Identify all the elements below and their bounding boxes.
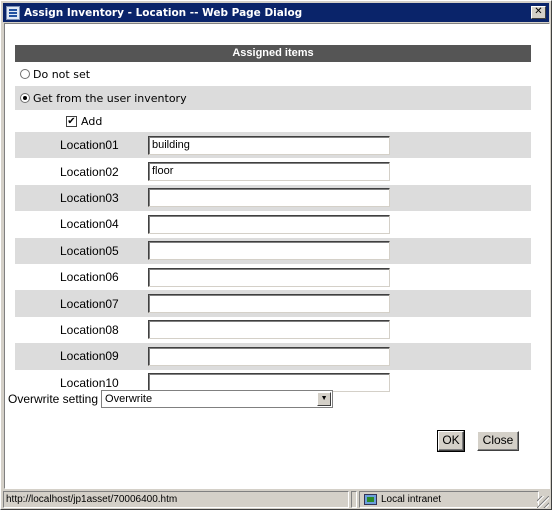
add-checkbox-row[interactable]: ✔ Add bbox=[15, 110, 531, 132]
section-header: Assigned items bbox=[15, 45, 531, 62]
location09-field[interactable] bbox=[148, 346, 390, 366]
location-row-07: Location07 bbox=[15, 290, 531, 317]
location03-field[interactable] bbox=[148, 188, 390, 208]
status-bar: http://localhost/jp1asset/70006400.htm L… bbox=[3, 490, 551, 509]
page-icon bbox=[6, 5, 20, 20]
radio-button[interactable] bbox=[20, 69, 30, 79]
intranet-icon bbox=[364, 494, 377, 505]
radio-button[interactable] bbox=[20, 93, 30, 103]
overwrite-label: Overwrite setting bbox=[8, 392, 99, 406]
location-label: Location08 bbox=[60, 322, 119, 337]
location05-field[interactable] bbox=[148, 241, 390, 261]
ok-button[interactable]: OK bbox=[437, 430, 465, 452]
location-row-03: Location03 bbox=[15, 184, 531, 212]
location-label: Location04 bbox=[60, 217, 119, 232]
status-url: http://localhost/jp1asset/70006400.htm bbox=[3, 491, 349, 508]
location-row-09: Location09 bbox=[15, 343, 531, 370]
location08-field[interactable] bbox=[148, 320, 390, 340]
location04-field[interactable] bbox=[148, 214, 390, 234]
location02-field[interactable]: floor bbox=[148, 162, 390, 182]
overwrite-selected-value: Overwrite bbox=[105, 393, 153, 405]
status-divider bbox=[351, 491, 357, 508]
radio-get-from-user-inventory[interactable]: Get from the user inventory bbox=[15, 86, 531, 110]
dialog-content: Assigned items Do not set Get from the u… bbox=[4, 23, 550, 489]
close-icon[interactable]: ✕ bbox=[531, 6, 546, 19]
title-bar[interactable]: Assign Inventory - Location -- Web Page … bbox=[3, 3, 549, 22]
location-label: Location07 bbox=[60, 296, 119, 311]
radio-label: Do not set bbox=[33, 67, 91, 81]
location-row-05: Location05 bbox=[15, 237, 531, 264]
window-title: Assign Inventory - Location -- Web Page … bbox=[24, 6, 303, 19]
radio-label: Get from the user inventory bbox=[33, 91, 187, 105]
location-label: Location05 bbox=[60, 243, 119, 258]
dialog-window: Assign Inventory - Location -- Web Page … bbox=[0, 0, 552, 510]
location-row-08: Location08 bbox=[15, 317, 531, 343]
overwrite-select[interactable]: Overwrite ▼ bbox=[101, 390, 334, 408]
location-label: Location02 bbox=[60, 164, 119, 179]
location-row-04: Location04 bbox=[15, 211, 531, 237]
zone-label: Local intranet bbox=[381, 494, 442, 505]
location-label: Location03 bbox=[60, 190, 119, 205]
location-row-02: Location02 floor bbox=[15, 158, 531, 184]
security-zone: Local intranet bbox=[359, 491, 539, 508]
location06-field[interactable] bbox=[148, 267, 390, 287]
chevron-down-icon[interactable]: ▼ bbox=[317, 392, 332, 406]
resize-grip-icon[interactable] bbox=[537, 496, 549, 508]
radio-do-not-set[interactable]: Do not set bbox=[15, 62, 531, 86]
add-checkbox-label: Add bbox=[81, 114, 103, 128]
close-button[interactable]: Close bbox=[477, 431, 519, 451]
assigned-items-panel: Assigned items Do not set Get from the u… bbox=[15, 45, 531, 396]
add-checkbox[interactable]: ✔ bbox=[66, 115, 77, 127]
location01-field[interactable]: building bbox=[148, 135, 390, 155]
location-label: Location01 bbox=[60, 138, 119, 153]
overwrite-setting: Overwrite setting Overwrite ▼ bbox=[8, 390, 334, 408]
location-label: Location10 bbox=[60, 375, 119, 390]
location-label: Location06 bbox=[60, 270, 119, 285]
location-label: Location09 bbox=[60, 349, 119, 364]
location07-field[interactable] bbox=[148, 294, 390, 314]
location-row-01: Location01 building bbox=[15, 132, 531, 159]
location-row-06: Location06 bbox=[15, 264, 531, 290]
